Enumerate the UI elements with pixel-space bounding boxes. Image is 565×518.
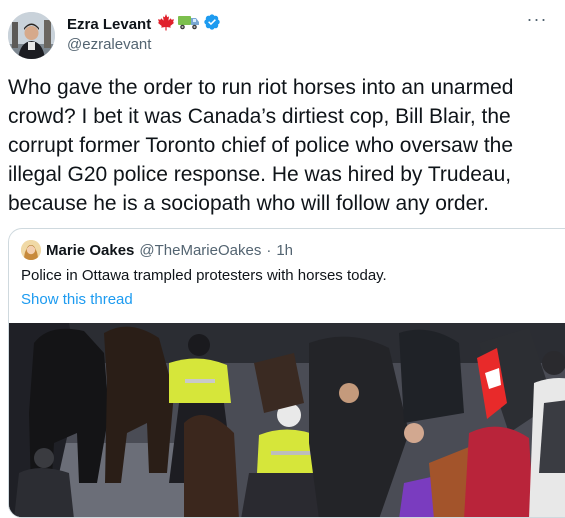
author-name-row: Ezra Levant [67,14,221,34]
quoted-author-avatar[interactable] [21,240,41,260]
tweet-text: Who gave the order to run riot horses in… [8,76,514,215]
quoted-tweet-photo[interactable] [9,323,565,517]
quoted-tweet-header: Marie Oakes @TheMarieOakes · 1h [21,240,293,260]
maple-leaf-icon [157,13,175,35]
author-avatar[interactable] [8,12,55,59]
quoted-author-name[interactable]: Marie Oakes [46,242,134,259]
truck-icon [178,13,200,35]
more-options-icon[interactable]: ··· [522,10,552,32]
quoted-tweet[interactable]: Marie Oakes @TheMarieOakes · 1h Police i… [8,228,565,518]
show-thread-link[interactable]: Show this thread [21,291,133,308]
quoted-timestamp[interactable]: 1h [276,242,293,259]
quoted-separator: · [266,241,272,259]
verified-badge-icon [203,13,221,35]
tweet: Ezra Levant @ezralevant ··· Who gave the… [0,0,565,518]
author-handle[interactable]: @ezralevant [67,36,151,53]
author-name[interactable]: Ezra Levant [67,16,151,33]
quoted-author-handle[interactable]: @TheMarieOakes [139,242,261,259]
quoted-tweet-text: Police in Ottawa trampled protesters wit… [21,267,387,284]
